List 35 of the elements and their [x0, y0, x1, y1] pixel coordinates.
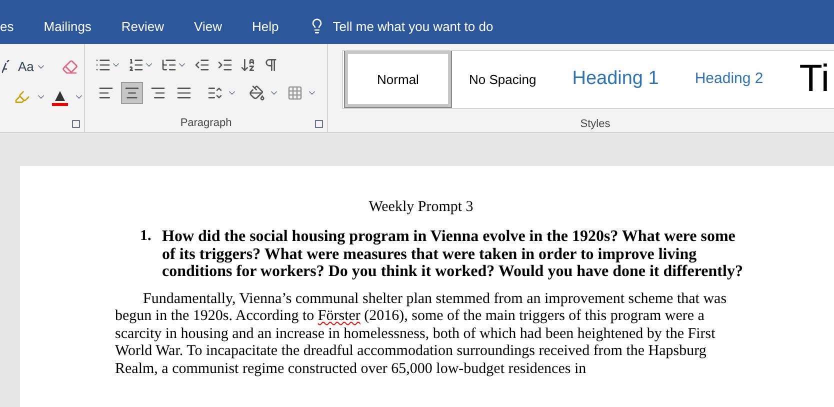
sort-icon[interactable]: [240, 57, 256, 73]
group-label: Paragraph: [179, 116, 233, 130]
ribbon-tab[interactable]: Mailings: [44, 16, 92, 36]
group-label: Styles: [579, 116, 612, 132]
ribbon-tab[interactable]: Review: [121, 16, 164, 36]
dialog-launcher-icon[interactable]: [72, 120, 80, 128]
multilevel-list-icon[interactable]: [161, 57, 177, 73]
ribbon-tab[interactable]: es: [0, 16, 14, 36]
align-icon[interactable]: [176, 85, 192, 101]
bullets-icon[interactable]: [95, 57, 111, 73]
align-icon[interactable]: [98, 85, 114, 101]
numbering-icon[interactable]: [128, 57, 144, 73]
line-spacing-icon[interactable]: [207, 85, 223, 101]
align-icon[interactable]: [150, 85, 166, 101]
borders-icon[interactable]: [287, 85, 303, 101]
align-icon[interactable]: [124, 85, 140, 101]
style-option[interactable]: Heading 2: [676, 51, 782, 108]
body-paragraph: Fundamentally, Vienna’s communal shelter plan stemmed from an improvement scheme that was begun in the 1920s. According to Förster (2016), some of the main triggers of this program were a scarcity in housing and an increase in homelessness, both of which had been heightened by the First World War. To incapacitate the dreadful accommodation surroundings received from the Hapsburg Realm, a communist regime constructed over 65,000 low-budget residences in: [115, 290, 728, 378]
indent-icon[interactable]: [217, 57, 233, 73]
dialog-launcher-icon[interactable]: [315, 120, 323, 128]
question-text: How did the social housing program in Vienna evolve in the 1920s? What were some of its triggers? What were measures that were taken in order to improve living conditions for workers? Do you think it worked? Would you have done it differently?: [162, 228, 744, 280]
style-option[interactable]: Normal: [345, 51, 451, 108]
style-option[interactable]: Ti: [781, 51, 834, 108]
list-number: 1.: [140, 228, 152, 246]
paint-bucket-icon[interactable]: [249, 85, 265, 101]
eraser-icon[interactable]: [62, 59, 78, 75]
pilcrow-icon[interactable]: [263, 57, 279, 73]
document-title: Weekly Prompt 3: [368, 198, 474, 216]
style-option[interactable]: No Spacing: [451, 51, 554, 108]
tell-me-field[interactable]: Tell me what you want to do: [332, 16, 494, 36]
ribbon-tab[interactable]: View: [194, 16, 222, 36]
style-option[interactable]: Heading 1: [554, 51, 677, 108]
change-case-button[interactable]: Aa: [18, 57, 34, 77]
outdent-icon[interactable]: [194, 57, 210, 73]
ribbon-tab[interactable]: Help: [252, 16, 279, 36]
